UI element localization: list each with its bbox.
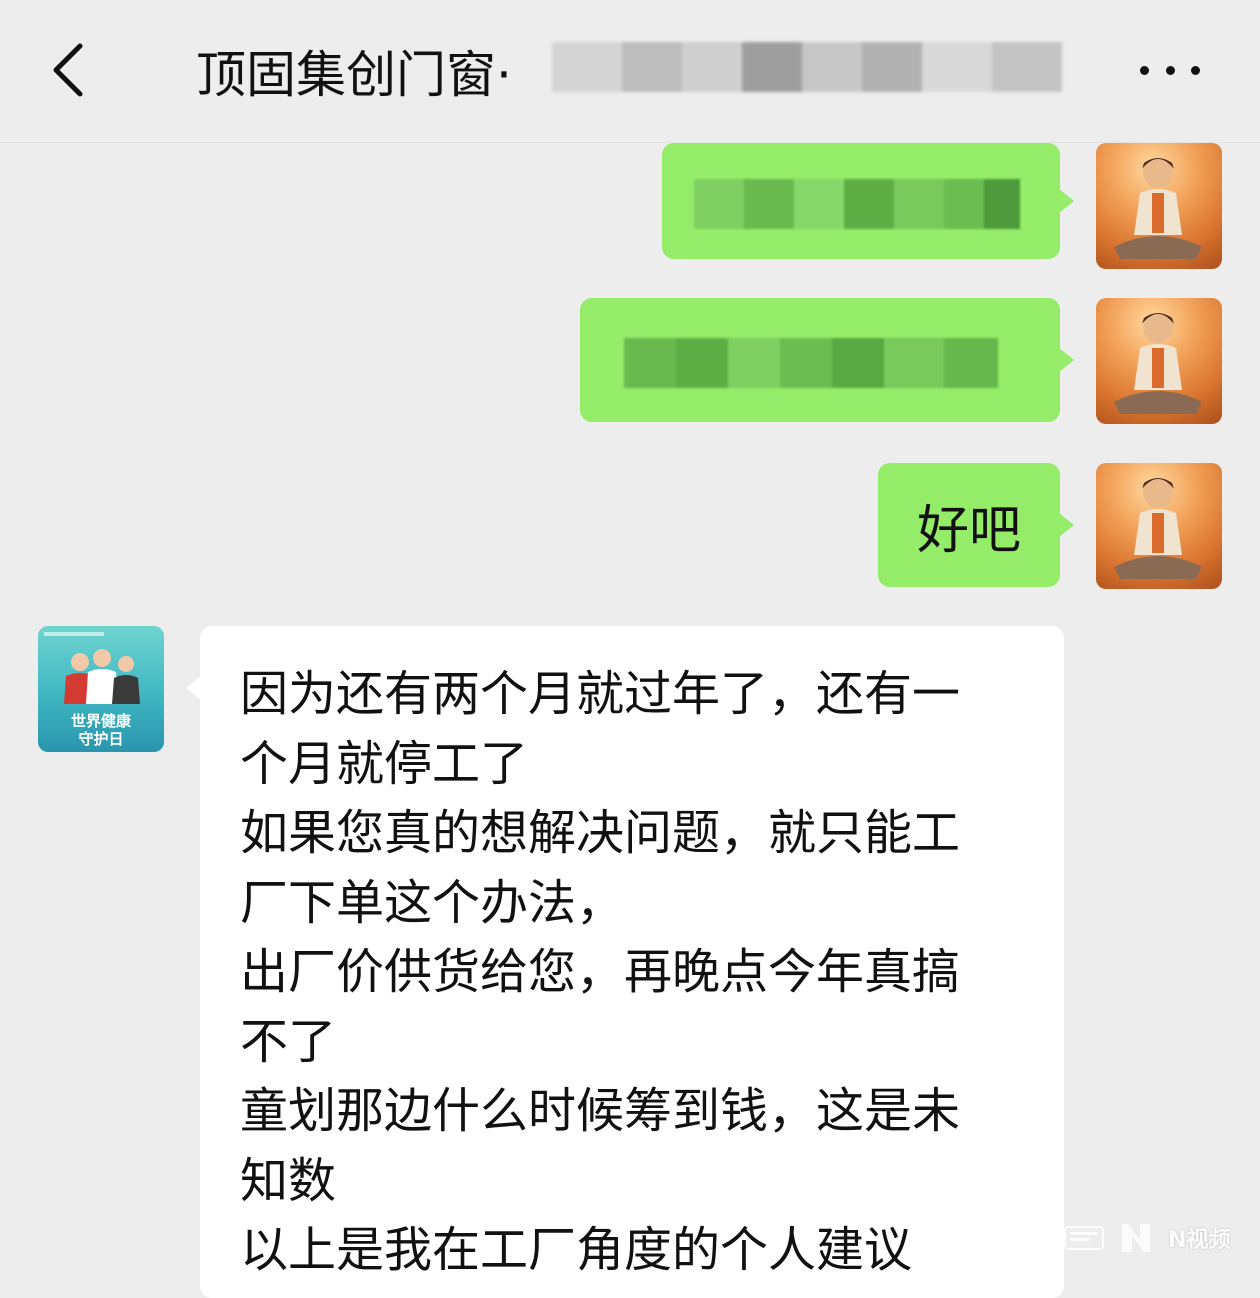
message-text: 因为还有两个月就过年了，还有一 个月就停工了 如果您真的想解决问题，就只能工 厂…	[240, 660, 1040, 1286]
meditating-person-icon	[1114, 158, 1202, 259]
received-message-bubble[interactable]: 因为还有两个月就过年了，还有一 个月就停工了 如果您真的想解决问题，就只能工 厂…	[186, 626, 1064, 1298]
back-button[interactable]	[40, 38, 96, 102]
more-dot-icon	[1165, 65, 1175, 75]
sent-message-bubble[interactable]: 好吧	[878, 463, 1074, 587]
message-line: 不了	[240, 1013, 337, 1070]
redacted-text	[624, 338, 998, 388]
sent-message-bubble[interactable]	[662, 143, 1074, 259]
chat-header: 顶固集创门窗·	[0, 0, 1260, 143]
my-avatar[interactable]	[1096, 298, 1222, 424]
message-line: 童划那边什么时候筹到钱，这是未	[240, 1083, 961, 1139]
message-text: 好吧	[916, 500, 1021, 561]
news-logo-icon	[1064, 1226, 1104, 1250]
message-line: 如果您真的想解决问题，就只能工	[240, 805, 961, 861]
avatar-caption: 守护日	[78, 730, 123, 748]
more-dot-icon	[1191, 65, 1200, 75]
avatar-caption: 世界健康	[71, 712, 132, 730]
message-line: 厂下单这个办法，	[240, 874, 625, 931]
health-poster-icon: 世界健康 守护日	[44, 632, 140, 748]
more-button[interactable]	[1140, 58, 1200, 82]
watermark: N视频	[1064, 1220, 1230, 1256]
meditating-person-icon	[1114, 313, 1202, 414]
bubble-tail	[1059, 513, 1074, 537]
contact-avatar[interactable]: 世界健康 守护日	[38, 626, 164, 752]
bubble-tail	[186, 676, 201, 700]
chevron-left-icon	[53, 43, 83, 97]
meditating-person-icon	[1114, 478, 1202, 579]
sent-message-bubble[interactable]	[580, 298, 1074, 422]
bubble-tail	[1059, 189, 1074, 213]
my-avatar[interactable]	[1096, 143, 1222, 269]
redacted-text	[694, 179, 1020, 229]
watermark-text: N视频	[1168, 1228, 1231, 1253]
more-dot-icon	[1140, 65, 1149, 75]
video-logo-icon	[1122, 1224, 1150, 1252]
bubble-tail	[1059, 348, 1074, 372]
my-avatar[interactable]	[1096, 463, 1222, 589]
message-line: 因为还有两个月就过年了，还有一	[240, 666, 961, 722]
message-line: 以上是我在工厂角度的个人建议	[240, 1222, 913, 1278]
message-line: 个月就停工了	[240, 735, 529, 792]
message-line: 出厂价供货给您，再晚点今年真搞	[240, 944, 961, 1000]
chat-title: 顶固集创门窗·	[196, 46, 512, 104]
message-line: 知数	[240, 1152, 337, 1209]
redacted-title	[552, 42, 1062, 92]
